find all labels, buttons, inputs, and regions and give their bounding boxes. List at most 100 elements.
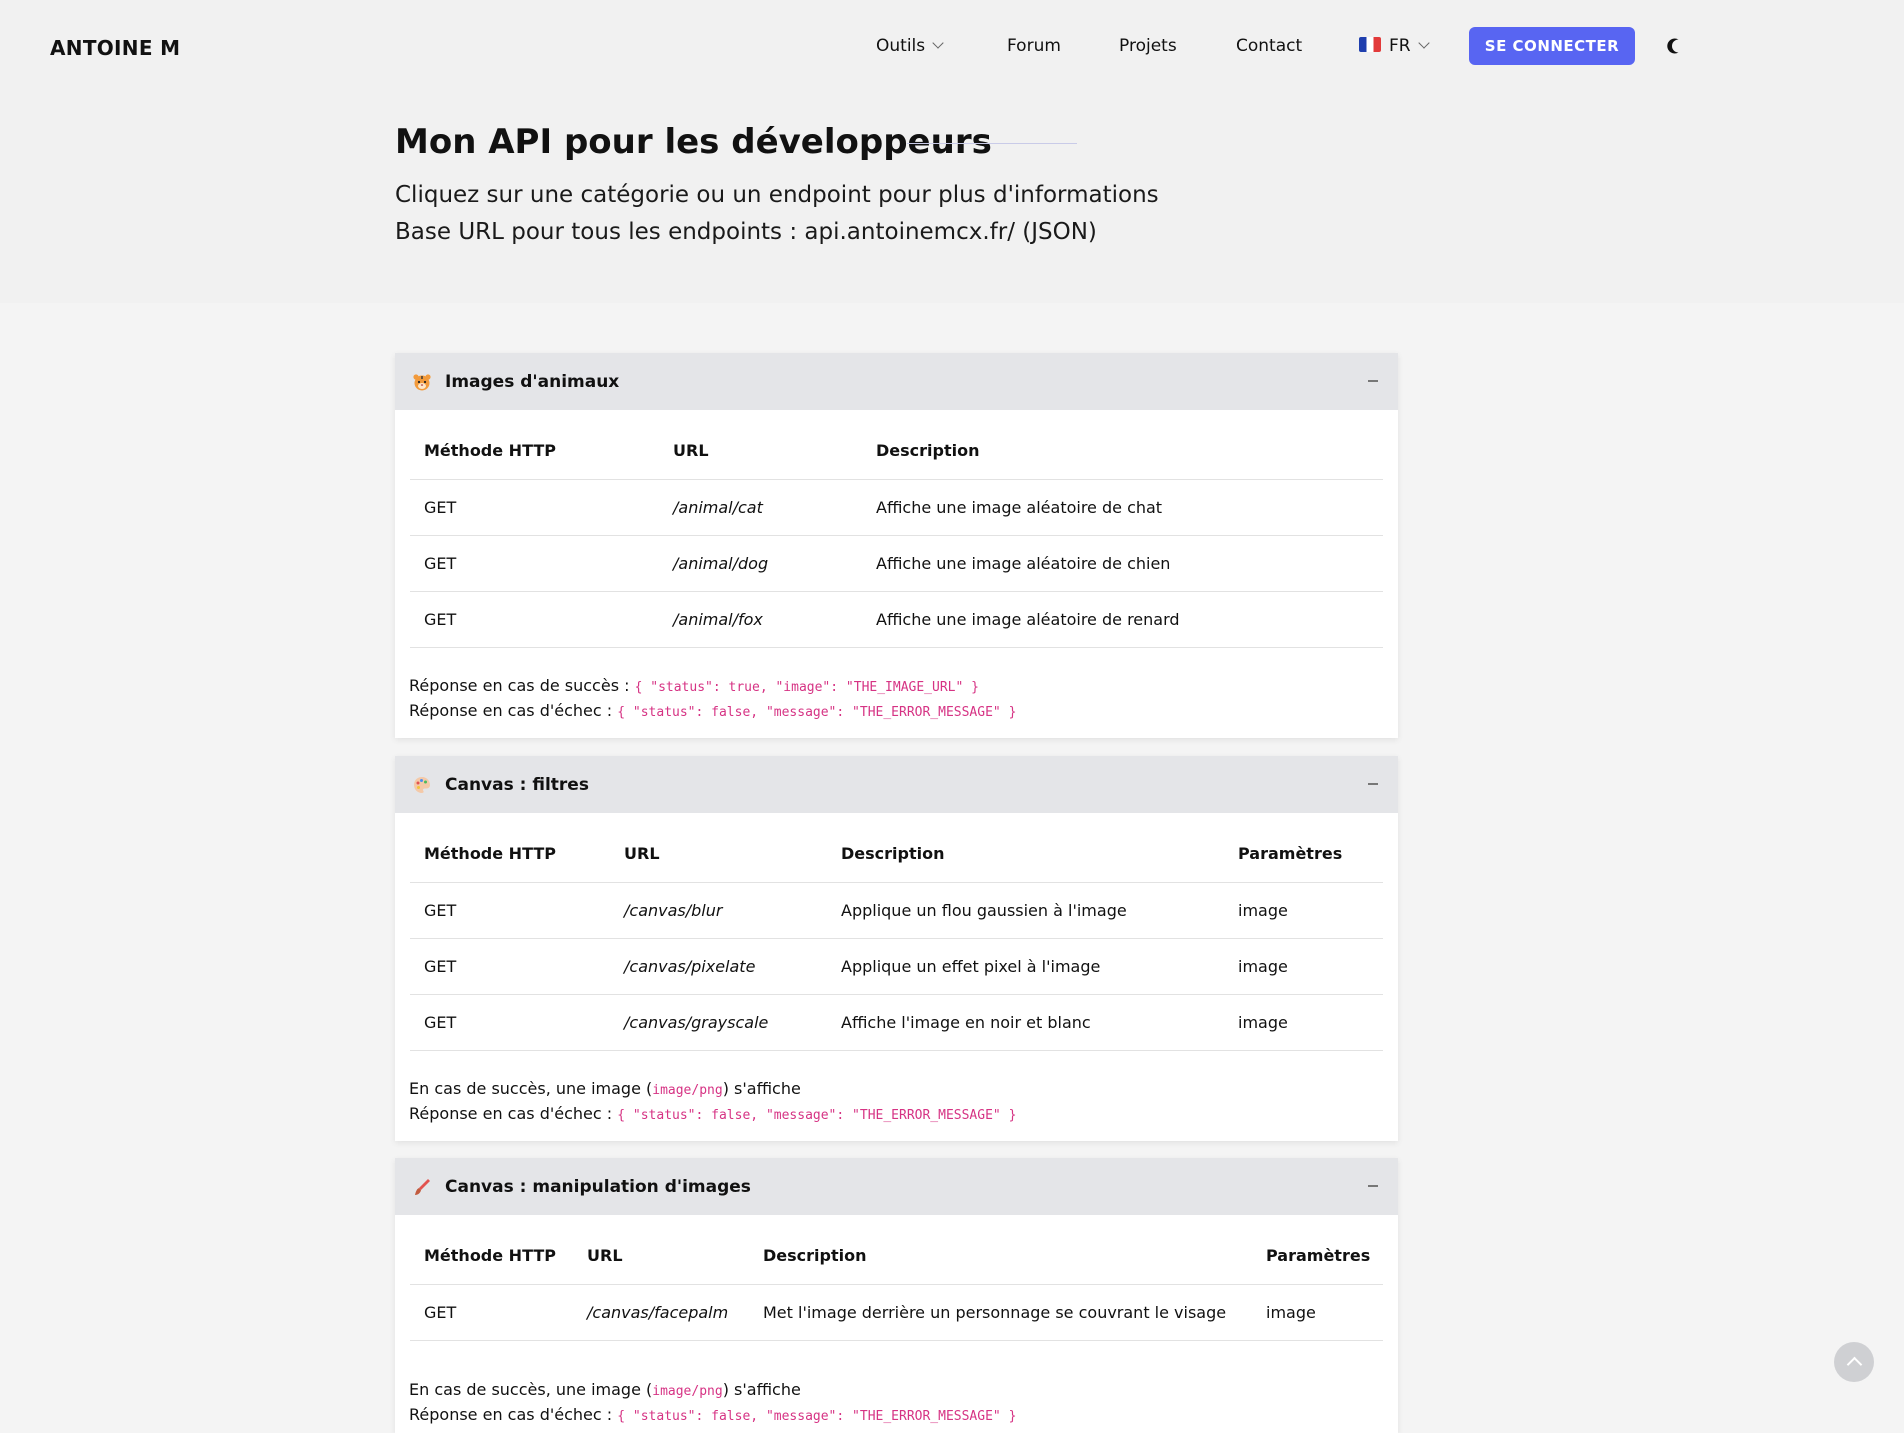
table-row[interactable]: GET /canvas/blur Applique un flou gaussi… bbox=[410, 883, 1383, 939]
http-method: GET bbox=[424, 1303, 457, 1322]
login-button[interactable]: SE CONNECTER bbox=[1469, 27, 1635, 65]
success-label-end: ) s'affiche bbox=[722, 1079, 801, 1098]
section-title: Canvas : filtres bbox=[445, 775, 589, 795]
endpoint-params: image bbox=[1238, 901, 1288, 920]
error-response-line: Réponse en cas d'échec : { "status": fal… bbox=[409, 1101, 1016, 1129]
endpoint-description: Affiche une image aléatoire de chat bbox=[876, 498, 1163, 517]
table-row[interactable]: GET /canvas/pixelate Applique un effet p… bbox=[410, 939, 1383, 995]
success-label: En cas de succès, une image ( bbox=[409, 1079, 653, 1098]
http-method: GET bbox=[424, 957, 457, 976]
error-label: Réponse en cas d'échec : bbox=[409, 1104, 613, 1123]
endpoint-params: image bbox=[1266, 1303, 1316, 1322]
column-header: Description bbox=[763, 1246, 867, 1265]
error-response-code: { "status": false, "message": "THE_ERROR… bbox=[617, 1409, 1017, 1424]
nav-tools-dropdown[interactable]: Outils bbox=[876, 36, 944, 56]
success-response-line: Réponse en cas de succès : { "status": t… bbox=[409, 673, 979, 701]
endpoint-url[interactable]: /canvas/blur bbox=[624, 883, 722, 939]
nav-forum-link[interactable]: Forum bbox=[1007, 36, 1061, 56]
paintbrush-icon bbox=[415, 1179, 430, 1195]
section-title: Images d'animaux bbox=[445, 372, 620, 392]
minus-icon[interactable] bbox=[1368, 1185, 1378, 1187]
http-method: GET bbox=[424, 1013, 457, 1032]
endpoints-table: Méthode HTTP URL Description Paramètres … bbox=[410, 813, 1383, 1051]
http-method: GET bbox=[424, 610, 457, 629]
table-row[interactable]: GET /canvas/grayscale Affiche l'image en… bbox=[410, 995, 1383, 1051]
success-mime-code: image/png bbox=[652, 1083, 723, 1098]
column-header: Description bbox=[876, 441, 980, 460]
http-method: GET bbox=[424, 901, 457, 920]
table-row[interactable]: GET /animal/cat Affiche une image aléato… bbox=[410, 480, 1383, 536]
scroll-to-top-button[interactable] bbox=[1834, 1342, 1874, 1382]
column-header: Description bbox=[841, 844, 945, 863]
endpoint-description: Applique un flou gaussien à l'image bbox=[841, 901, 1127, 920]
page-title: Mon API pour les développeurs bbox=[395, 122, 992, 162]
endpoint-url[interactable]: /animal/cat bbox=[673, 480, 763, 536]
endpoints-table: Méthode HTTP URL Description GET /animal… bbox=[410, 410, 1383, 648]
column-header: Méthode HTTP bbox=[424, 441, 556, 460]
table-row[interactable]: GET /animal/dog Affiche une image aléato… bbox=[410, 536, 1383, 592]
success-response-line: En cas de succès, une image (image/png) … bbox=[409, 1076, 801, 1104]
section-animal-images: Images d'animaux Méthode HTTP URL Descri… bbox=[395, 353, 1398, 738]
column-header: Paramètres bbox=[1238, 844, 1343, 863]
table-header-row: Méthode HTTP URL Description Paramètres bbox=[410, 1215, 1383, 1285]
error-response-line: Réponse en cas d'échec : { "status": fal… bbox=[409, 1402, 1016, 1430]
column-header: Méthode HTTP bbox=[424, 844, 556, 863]
error-response-line: Réponse en cas d'échec : { "status": fal… bbox=[409, 698, 1016, 726]
endpoint-description: Affiche une image aléatoire de chien bbox=[876, 554, 1171, 573]
column-header: URL bbox=[587, 1246, 623, 1265]
france-flag-icon bbox=[1359, 37, 1381, 52]
error-response-code: { "status": false, "message": "THE_ERROR… bbox=[617, 705, 1017, 720]
nav-contact-link[interactable]: Contact bbox=[1236, 36, 1302, 56]
column-header: Paramètres bbox=[1266, 1246, 1371, 1265]
language-label: FR bbox=[1389, 36, 1411, 56]
error-label: Réponse en cas d'échec : bbox=[409, 1405, 613, 1424]
section-header[interactable]: Canvas : manipulation d'images bbox=[395, 1158, 1398, 1215]
hero-subtitle: Cliquez sur une catégorie ou un endpoint… bbox=[395, 182, 1159, 208]
endpoint-url[interactable]: /canvas/facepalm bbox=[587, 1285, 728, 1341]
nav-tools-label: Outils bbox=[876, 36, 926, 56]
section-header[interactable]: Canvas : filtres bbox=[395, 756, 1398, 813]
endpoint-description: Affiche une image aléatoire de renard bbox=[876, 610, 1180, 629]
success-label: En cas de succès, une image ( bbox=[409, 1380, 653, 1399]
base-url-text: Base URL pour tous les endpoints : api.a… bbox=[395, 219, 1097, 245]
http-method: GET bbox=[424, 554, 457, 573]
nav-projects-link[interactable]: Projets bbox=[1119, 36, 1177, 56]
tiger-face-icon bbox=[413, 374, 431, 391]
column-header: URL bbox=[673, 441, 709, 460]
hero-section: Mon API pour les développeurs Cliquez su… bbox=[0, 94, 1904, 303]
success-label: Réponse en cas de succès : bbox=[409, 676, 630, 695]
language-selector[interactable]: FR bbox=[1359, 36, 1430, 56]
endpoints-table: Méthode HTTP URL Description Paramètres … bbox=[410, 1215, 1383, 1341]
success-mime-code: image/png bbox=[652, 1384, 723, 1399]
endpoint-description: Applique un effet pixel à l'image bbox=[841, 957, 1101, 976]
title-divider bbox=[907, 143, 1077, 144]
section-canvas-manipulation: Canvas : manipulation d'images Méthode H… bbox=[395, 1158, 1398, 1433]
error-label: Réponse en cas d'échec : bbox=[409, 701, 613, 720]
chevron-down-icon bbox=[932, 37, 944, 49]
endpoint-url[interactable]: /canvas/pixelate bbox=[624, 939, 755, 995]
table-row[interactable]: GET /canvas/facepalm Met l'image derrièr… bbox=[410, 1285, 1383, 1341]
endpoint-params: image bbox=[1238, 957, 1288, 976]
column-header: Méthode HTTP bbox=[424, 1246, 556, 1265]
column-header: URL bbox=[624, 844, 660, 863]
http-method: GET bbox=[424, 498, 457, 517]
chevron-down-icon bbox=[1417, 37, 1430, 49]
section-title: Canvas : manipulation d'images bbox=[445, 1177, 751, 1197]
success-response-code: { "status": true, "image": "THE_IMAGE_UR… bbox=[634, 680, 979, 695]
table-header-row: Méthode HTTP URL Description bbox=[410, 410, 1383, 480]
moon-icon[interactable] bbox=[1665, 36, 1685, 56]
section-header[interactable]: Images d'animaux bbox=[395, 353, 1398, 410]
palette-icon bbox=[414, 777, 430, 793]
endpoint-description: Affiche l'image en noir et blanc bbox=[841, 1013, 1091, 1032]
section-canvas-filters: Canvas : filtres Méthode HTTP URL Descri… bbox=[395, 756, 1398, 1141]
minus-icon[interactable] bbox=[1368, 380, 1378, 382]
error-response-code: { "status": false, "message": "THE_ERROR… bbox=[617, 1108, 1017, 1123]
table-row[interactable]: GET /animal/fox Affiche une image aléato… bbox=[410, 592, 1383, 648]
endpoint-url[interactable]: /animal/dog bbox=[673, 536, 768, 592]
endpoint-url[interactable]: /canvas/grayscale bbox=[624, 995, 768, 1051]
success-response-line: En cas de succès, une image (image/png) … bbox=[409, 1377, 801, 1405]
minus-icon[interactable] bbox=[1368, 783, 1378, 785]
endpoint-url[interactable]: /animal/fox bbox=[673, 592, 763, 648]
endpoint-description: Met l'image derrière un personnage se co… bbox=[763, 1303, 1227, 1322]
brand-logo[interactable]: ANTOINE M bbox=[50, 36, 180, 60]
